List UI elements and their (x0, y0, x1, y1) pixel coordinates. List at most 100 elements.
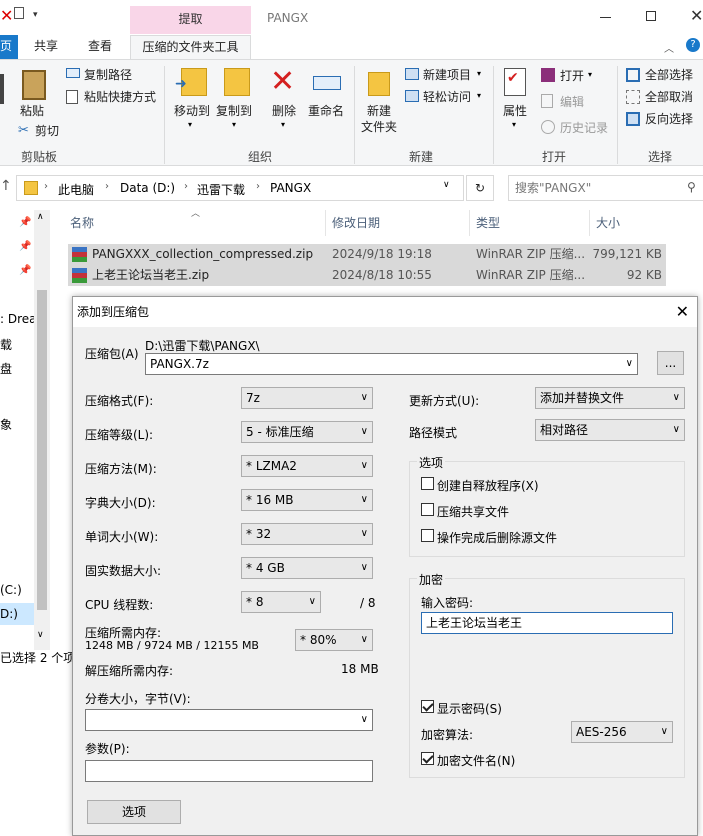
nav-item-download[interactable]: 载 (0, 336, 12, 353)
easy-access-button[interactable]: 轻松访问 (423, 90, 471, 104)
file-row[interactable]: 上老王论坛当老王.zip 2024/8/18 10:55 WinRAR ZIP … (68, 265, 666, 286)
tab-compressed-tools[interactable]: 压缩的文件夹工具 (130, 35, 251, 59)
minimize-icon[interactable] (600, 17, 611, 18)
shared-label[interactable]: 压缩共享文件 (437, 503, 509, 520)
chevron-down-icon[interactable]: ∨ (626, 354, 633, 374)
chevron-down-icon[interactable]: ∨ (361, 710, 368, 730)
easy-access-dropdown-icon[interactable]: ▾ (477, 91, 481, 100)
sfx-label[interactable]: 创建自释放程序(X) (437, 477, 539, 494)
move-to-button[interactable]: 移动到 (174, 104, 210, 118)
column-size[interactable]: 大小 (596, 214, 620, 231)
collapse-ribbon-icon[interactable]: ︿ (664, 40, 674, 55)
show-password-checkbox[interactable] (421, 700, 434, 713)
winrar-file-icon (72, 268, 87, 283)
address-row: ↑ › 此电脑 › Data (D:) › 迅雷下载 › PANGX ∨ ↻ 搜… (0, 172, 703, 204)
method-select[interactable]: * LZMA2 ∨ (241, 455, 373, 477)
select-all-button[interactable]: 全部选择 (645, 68, 693, 82)
edit-button[interactable]: 编辑 (560, 95, 584, 109)
scroll-down-icon[interactable]: ∨ (37, 630, 44, 640)
dict-select[interactable]: * 16 MB ∨ (241, 489, 373, 511)
column-type[interactable]: 类型 (476, 214, 500, 231)
nav-item-drive-c[interactable]: (C:) (0, 583, 22, 597)
archive-name-combo[interactable]: PANGX.7z ∨ (145, 353, 638, 375)
quick-access-check-icon[interactable] (14, 7, 24, 19)
delete-dropdown-icon[interactable]: ▾ (281, 120, 285, 129)
word-select[interactable]: * 32 ∨ (241, 523, 373, 545)
nav-item-disk[interactable]: 盘 (0, 360, 12, 377)
maximize-icon[interactable] (646, 11, 656, 21)
copy-path-button[interactable]: 复制路径 (84, 68, 132, 82)
copy-to-button[interactable]: 复制到 (216, 104, 252, 118)
split-input[interactable]: ∨ (85, 709, 373, 731)
cpu-select[interactable]: * 8 ∨ (241, 591, 321, 613)
properties-dropdown-icon[interactable]: ▾ (512, 120, 516, 129)
nav-item-drea[interactable]: : Drea (0, 312, 37, 326)
history-button[interactable]: 历史记录 (560, 121, 608, 135)
solid-select[interactable]: * 4 GB ∨ (241, 557, 373, 579)
tab-share[interactable]: 共享 (28, 35, 64, 59)
close-window-icon[interactable]: ✕ (690, 6, 703, 25)
pin-icon[interactable] (0, 74, 4, 104)
dialog-title: 添加到压缩包 (77, 305, 150, 319)
sfx-checkbox[interactable] (421, 477, 434, 490)
nav-scrollbar[interactable]: ∧ ∨ (34, 210, 50, 650)
new-item-dropdown-icon[interactable]: ▾ (477, 69, 481, 78)
options-button[interactable]: 选项 (87, 800, 181, 824)
nav-item-pictures[interactable]: 象 (0, 416, 12, 433)
help-icon[interactable]: ? (686, 38, 700, 52)
winrar-open-icon (541, 68, 555, 82)
browse-button[interactable]: ... (657, 351, 684, 375)
context-tab-extract[interactable]: 提取 (130, 6, 251, 34)
copy-to-dropdown-icon[interactable]: ▾ (232, 120, 236, 129)
new-folder-button[interactable]: 新建 (367, 104, 391, 118)
format-select[interactable]: 7z ∨ (241, 387, 373, 409)
password-input[interactable]: 上老王论坛当老王 (421, 612, 673, 634)
open-button[interactable]: 打开 (560, 69, 584, 83)
paste-button[interactable]: 粘贴 (20, 104, 44, 118)
params-input[interactable] (85, 760, 373, 782)
file-row[interactable]: PANGXXX_collection_compressed.zip 2024/9… (68, 244, 666, 265)
invert-selection-button[interactable]: 反向选择 (645, 112, 693, 126)
new-item-button[interactable]: 新建项目 (423, 68, 471, 82)
quick-access-dropdown-icon[interactable]: ▾ (33, 10, 38, 20)
encrypt-names-checkbox[interactable] (421, 752, 434, 765)
encrypt-names-label[interactable]: 加密文件名(N) (437, 752, 515, 769)
refresh-button[interactable]: ↻ (466, 175, 494, 201)
dialog-close-icon[interactable]: ✕ (676, 297, 689, 327)
scroll-thumb[interactable] (37, 290, 47, 610)
paste-shortcut-button[interactable]: 粘贴快捷方式 (84, 90, 156, 104)
enc-method-select[interactable]: AES-256 ∨ (571, 721, 673, 743)
new-folder-button-line2[interactable]: 文件夹 (361, 120, 397, 134)
column-date[interactable]: 修改日期 (332, 214, 380, 231)
breadcrumb-drive-d[interactable]: Data (D:) (120, 181, 175, 195)
open-dropdown-icon[interactable]: ▾ (588, 70, 592, 79)
delete-button[interactable]: 删除 (272, 104, 296, 118)
nav-item-drive-d[interactable]: D:) (0, 607, 18, 621)
up-arrow-icon[interactable]: ↑ (0, 178, 12, 194)
cut-button[interactable]: 剪切 (35, 124, 59, 138)
search-icon[interactable]: ⚲ (687, 180, 696, 194)
scroll-up-icon[interactable]: ∧ (37, 212, 44, 222)
column-name[interactable]: 名称 (70, 214, 94, 231)
delete-source-label[interactable]: 操作完成后删除源文件 (437, 529, 557, 546)
mem-percent-select[interactable]: * 80% ∨ (295, 629, 373, 651)
shared-checkbox[interactable] (421, 503, 434, 516)
tab-view[interactable]: 查看 (82, 35, 118, 59)
address-dropdown-icon[interactable]: ∨ (443, 180, 450, 190)
rename-button[interactable]: 重命名 (308, 104, 344, 118)
move-to-dropdown-icon[interactable]: ▾ (188, 120, 192, 129)
update-select[interactable]: 添加并替换文件 ∨ (535, 387, 685, 409)
select-none-button[interactable]: 全部取消 (645, 90, 693, 104)
delete-source-checkbox[interactable] (421, 529, 434, 542)
breadcrumb-this-pc[interactable]: 此电脑 (58, 181, 94, 198)
path-mode-select[interactable]: 相对路径 ∨ (535, 419, 685, 441)
show-password-label[interactable]: 显示密码(S) (437, 700, 502, 717)
breadcrumb-thunder[interactable]: 迅雷下载 (197, 181, 245, 198)
properties-button[interactable]: 属性 (503, 104, 527, 118)
breadcrumb-pangx[interactable]: PANGX (270, 181, 311, 195)
chevron-down-icon: ∨ (360, 562, 368, 573)
level-select[interactable]: 5 - 标准压缩 ∨ (241, 421, 373, 443)
cpu-value: * 8 (246, 595, 264, 609)
search-input[interactable]: 搜索"PANGX" (508, 175, 703, 201)
tab-home[interactable]: 页 (0, 35, 19, 59)
